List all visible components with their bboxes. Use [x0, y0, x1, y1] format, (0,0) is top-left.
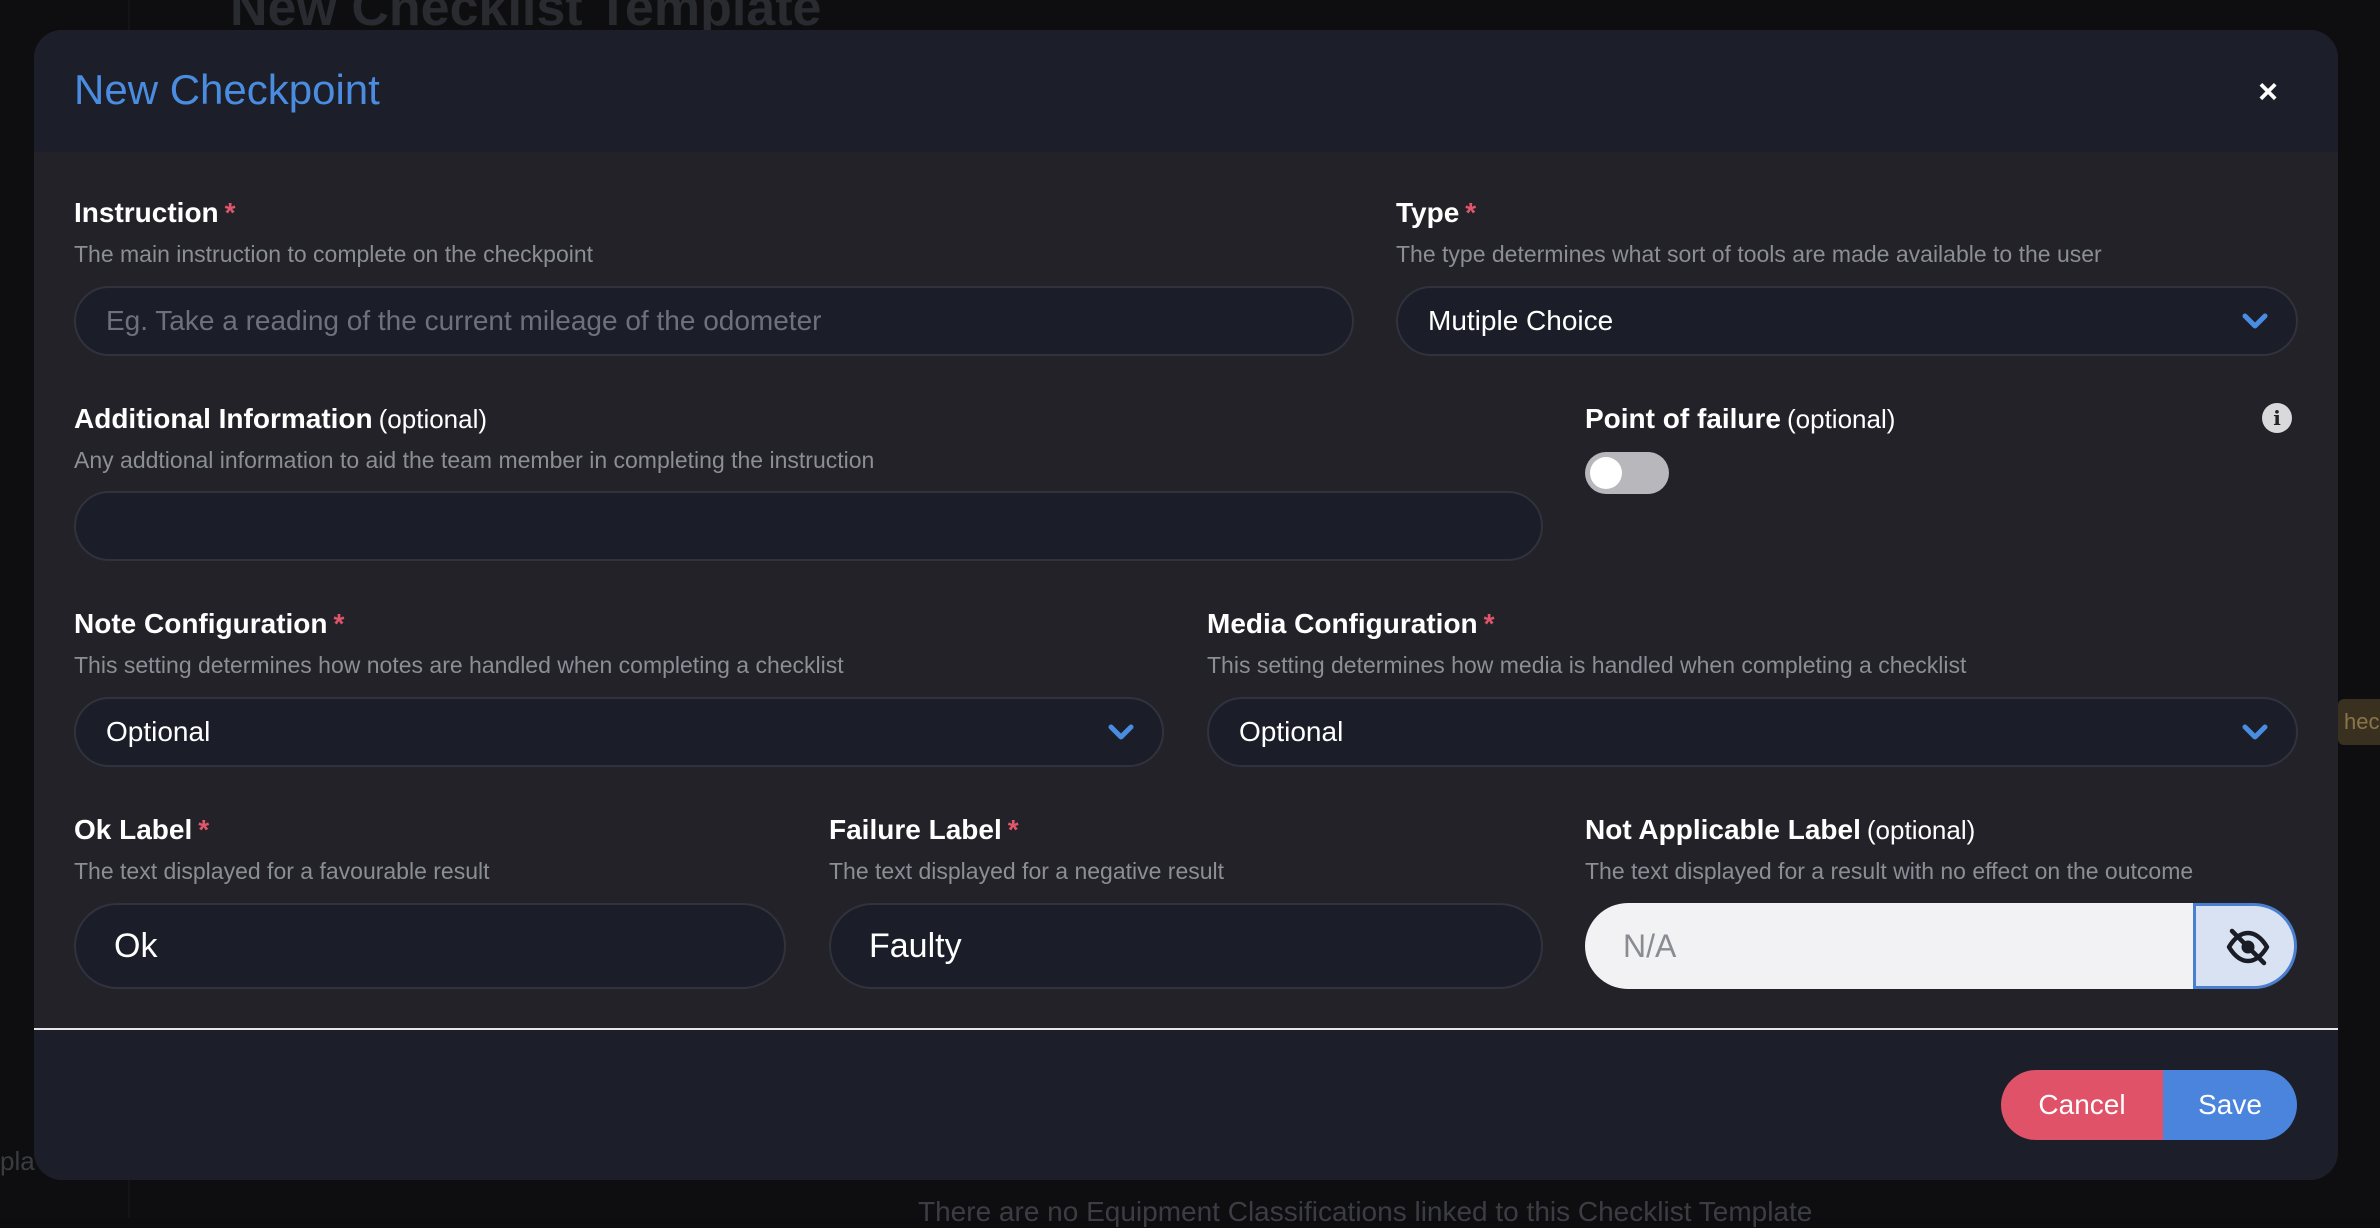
chevron-down-icon	[2242, 724, 2268, 740]
ok-label-input[interactable]: Ok	[74, 903, 786, 989]
cancel-button[interactable]: Cancel	[2001, 1070, 2163, 1140]
media-configuration-select[interactable]: Optional	[1207, 697, 2298, 767]
type-select[interactable]: Mutiple Choice	[1396, 286, 2298, 356]
modal-title: New Checkpoint	[74, 66, 380, 113]
optional-marker: (optional)	[1787, 404, 1896, 434]
modal-footer: Cancel Save	[34, 1030, 2338, 1180]
close-icon[interactable]: ×	[2250, 74, 2286, 110]
media-configuration-label: Media Configuration *	[1207, 608, 1495, 639]
toggle-knob	[1590, 457, 1622, 489]
required-marker: *	[1465, 197, 1477, 228]
media-configuration-help: This setting determines how media is han…	[1207, 652, 1967, 678]
not-applicable-label-label: Not Applicable Label (optional)	[1585, 814, 1976, 845]
required-marker: *	[333, 608, 345, 639]
media-configuration-field: Media Configuration * This setting determ…	[1207, 607, 1966, 680]
additional-information-help: Any addtional information to aid the tea…	[74, 447, 875, 473]
ok-label-field: Ok Label * The text displayed for a favou…	[74, 813, 490, 886]
save-button[interactable]: Save	[2163, 1070, 2297, 1140]
eye-slash-icon	[2226, 928, 2270, 966]
required-marker: *	[1483, 608, 1495, 639]
chevron-down-icon	[1108, 724, 1134, 740]
not-applicable-label-help: The text displayed for a result with no …	[1585, 858, 2194, 884]
note-configuration-help: This setting determines how notes are ha…	[74, 652, 844, 678]
point-of-failure-label: Point of failure (optional)	[1585, 403, 1896, 434]
note-configuration-label: Note Configuration *	[74, 608, 345, 639]
media-configuration-value: Optional	[1239, 716, 1344, 747]
note-configuration-select[interactable]: Optional	[74, 697, 1164, 767]
additional-information-label: Additional Information (optional)	[74, 403, 488, 434]
new-checkpoint-modal: New Checkpoint × Instruction * The main i…	[34, 30, 2338, 1180]
modal-header: New Checkpoint ×	[34, 30, 2338, 152]
optional-marker: (optional)	[378, 404, 488, 434]
type-label: Type *	[1396, 197, 1477, 228]
background-empty-message: There are no Equipment Classifications l…	[918, 1196, 1813, 1227]
required-marker: *	[224, 197, 236, 228]
failure-label-help: The text displayed for a negative result	[829, 858, 1225, 884]
note-configuration-field: Note Configuration * This setting determi…	[74, 607, 844, 680]
required-marker: *	[1007, 814, 1019, 845]
point-of-failure-toggle[interactable]	[1585, 452, 1669, 494]
failure-label-label: Failure Label *	[829, 814, 1019, 845]
instruction-input[interactable]: Eg. Take a reading of the current mileag…	[74, 286, 1354, 356]
additional-information-field: Additional Information (optional) Any add…	[74, 402, 874, 475]
failure-label-field: Failure Label * The text displayed for a …	[829, 813, 1224, 886]
note-configuration-value: Optional	[106, 716, 211, 747]
type-help: The type determines what sort of tools a…	[1396, 241, 2102, 267]
instruction-help: The main instruction to complete on the …	[74, 241, 594, 267]
type-field: Type * The type determines what sort of t…	[1396, 196, 2102, 269]
not-applicable-label-input[interactable]: N/A	[1585, 903, 2197, 989]
not-applicable-label-field: Not Applicable Label (optional) The text …	[1585, 813, 2193, 886]
background-text-fragment: pla	[0, 1146, 35, 1176]
chevron-down-icon	[2242, 313, 2268, 329]
additional-information-input[interactable]	[74, 491, 1543, 561]
optional-marker: (optional)	[1866, 815, 1976, 845]
type-select-value: Mutiple Choice	[1428, 305, 1614, 336]
point-of-failure-field: Point of failure (optional)	[1585, 402, 1895, 436]
info-icon[interactable]: i	[2262, 403, 2292, 433]
failure-label-input[interactable]: Faulty	[829, 903, 1543, 989]
instruction-label: Instruction *	[74, 197, 236, 228]
ok-label-label: Ok Label *	[74, 814, 210, 845]
background-badge-fragment: heck	[2338, 699, 2380, 745]
ok-label-help: The text displayed for a favourable resu…	[74, 858, 490, 884]
instruction-field: Instruction * The main instruction to com…	[74, 196, 593, 269]
required-marker: *	[198, 814, 210, 845]
toggle-visibility-button[interactable]	[2193, 903, 2297, 989]
